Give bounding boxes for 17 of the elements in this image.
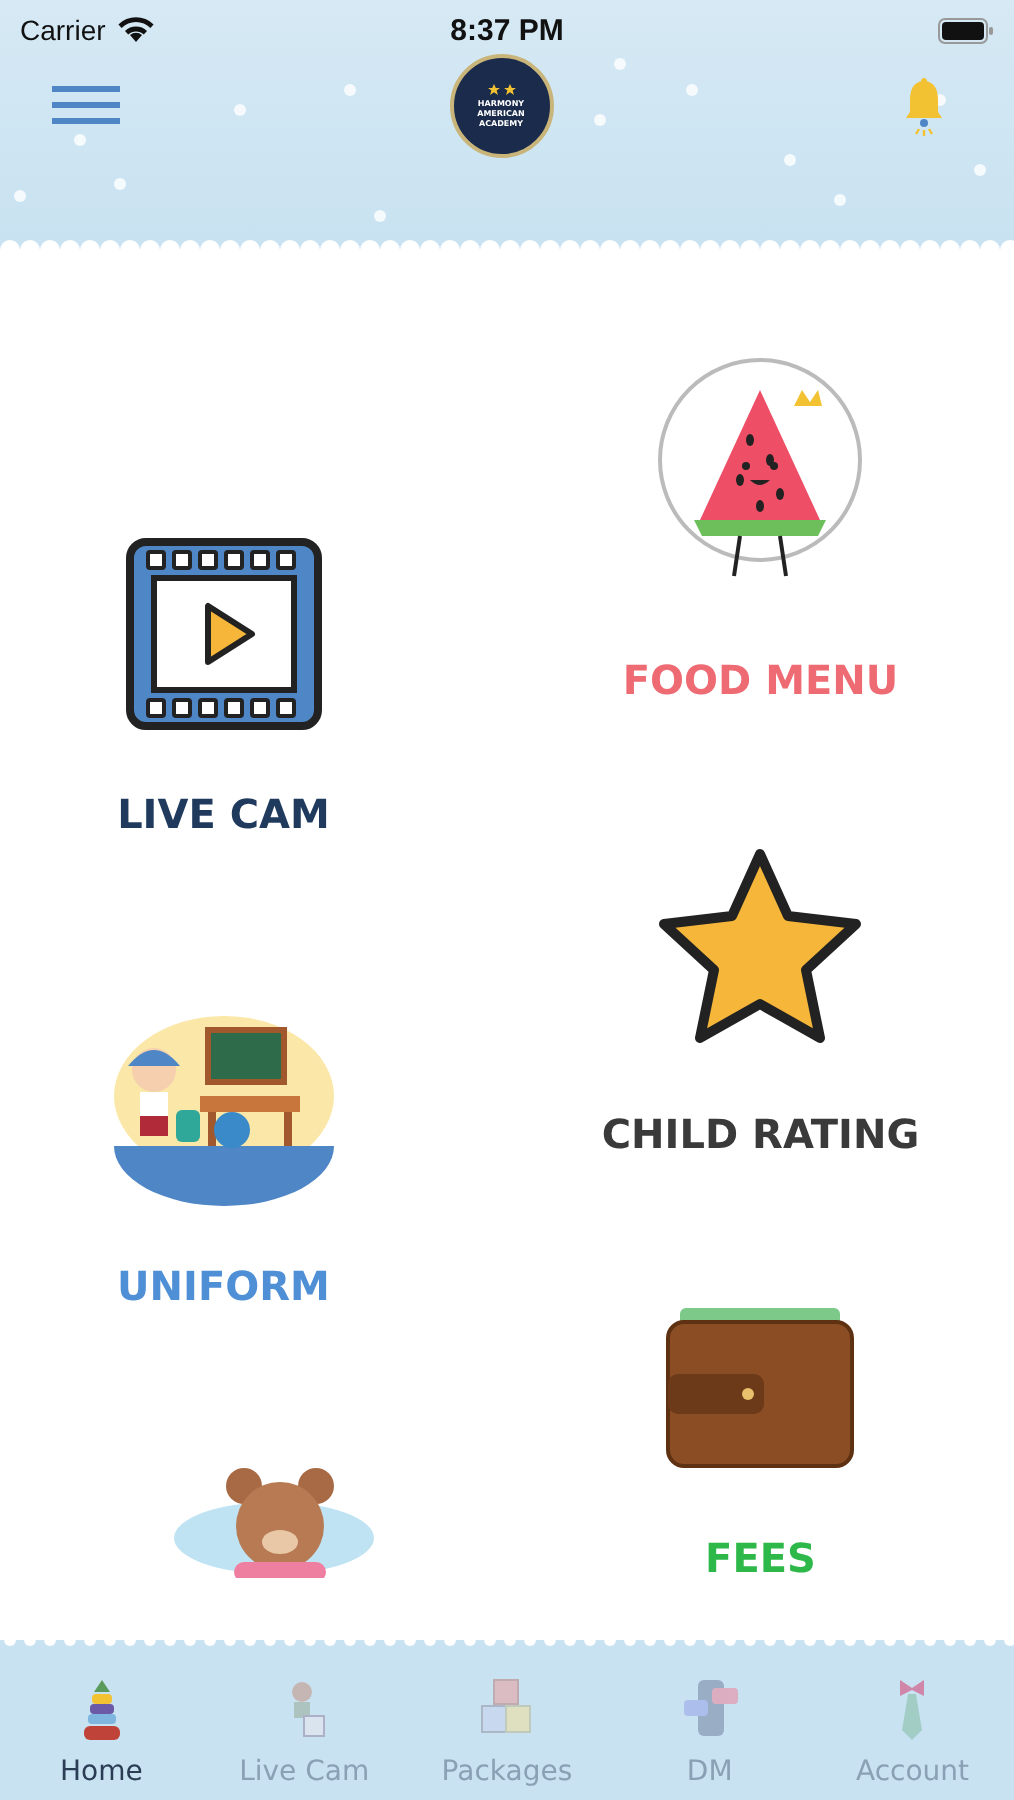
wifi-icon	[115, 16, 156, 44]
stars-icon	[487, 84, 515, 96]
tab[interactable]: Packages	[406, 1676, 607, 1788]
menu-tile-label[interactable]: UNIFORM	[117, 1262, 330, 1310]
tab[interactable]: Account	[812, 1676, 1013, 1788]
time-text: 8:37 PM	[450, 13, 564, 47]
tab[interactable]: DM	[609, 1676, 810, 1788]
battery-icon	[937, 17, 994, 43]
menu-tile-label[interactable]: FOOD MENU	[622, 656, 899, 704]
video-play-icon[interactable]	[123, 534, 324, 734]
menu-button[interactable]	[52, 84, 120, 128]
tab[interactable]: Home	[1, 1676, 202, 1788]
tab[interactable]: Live Cam	[204, 1676, 405, 1788]
carrier-text: Carrier	[20, 14, 106, 46]
menu-tile-label[interactable]: CHILD RATING	[601, 1110, 920, 1158]
menu-tile-label[interactable]: LIVE CAM	[117, 790, 330, 838]
menu-tile-label[interactable]: FEES	[705, 1534, 816, 1582]
